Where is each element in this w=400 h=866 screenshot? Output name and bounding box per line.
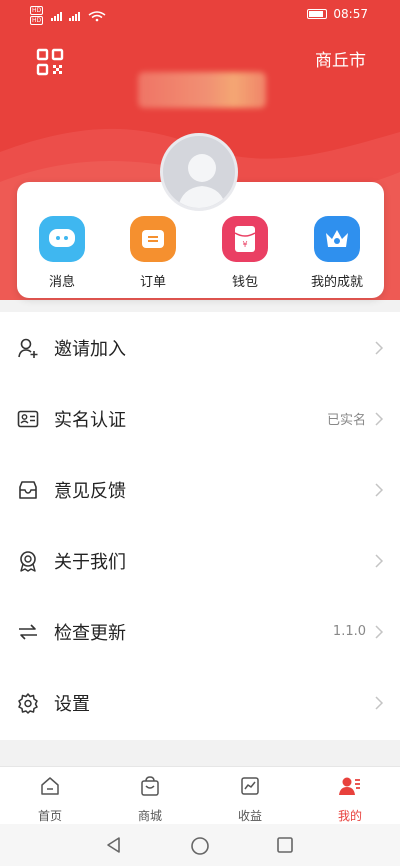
chevron-right-icon xyxy=(375,553,384,568)
achievement-icon xyxy=(314,216,360,262)
about-badge-icon xyxy=(20,550,36,572)
menu-item-invite[interactable]: 邀请加入 xyxy=(0,312,400,383)
settings-gear-icon xyxy=(18,692,38,714)
update-icon xyxy=(19,623,37,640)
recents-square-icon[interactable] xyxy=(276,836,294,854)
chevron-right-icon xyxy=(375,340,384,355)
chevron-right-icon xyxy=(375,695,384,710)
menu-item-label: 关于我们 xyxy=(54,551,126,573)
menu-item-verification[interactable]: 实名认证 已实名 xyxy=(0,383,400,454)
quick-action-orders[interactable]: 订单 xyxy=(113,216,193,290)
home-circle-icon[interactable] xyxy=(190,836,210,856)
profile-icon xyxy=(339,777,360,795)
menu-item-label: 检查更新 xyxy=(54,622,126,644)
quick-action-label: 消息 xyxy=(48,275,75,290)
tab-label: 首页 xyxy=(37,809,62,823)
bottom-tab-bar: 首页 商城 收益 我的 xyxy=(0,766,400,824)
shop-bag-icon xyxy=(141,776,159,796)
feedback-icon xyxy=(19,480,37,499)
menu-item-about[interactable]: 关于我们 xyxy=(0,525,400,596)
sim2-label: HD xyxy=(30,16,44,25)
id-card-icon xyxy=(17,410,39,427)
wallet-icon: ¥ xyxy=(222,216,268,262)
tab-label: 商城 xyxy=(137,809,162,823)
status-time: 08:57 xyxy=(333,7,368,21)
menu-item-check-update[interactable]: 检查更新 1.1.0 xyxy=(0,596,400,667)
quick-action-achievements[interactable]: 我的成就 xyxy=(297,216,377,290)
quick-action-message[interactable]: 消息 xyxy=(22,216,102,290)
quick-action-wallet[interactable]: ¥ 钱包 xyxy=(205,216,285,290)
quick-action-label: 钱包 xyxy=(231,275,258,290)
city-selector[interactable]: 商丘市 xyxy=(315,46,366,71)
qr-code-icon[interactable] xyxy=(36,48,64,76)
menu-item-label: 实名认证 xyxy=(54,409,126,431)
earnings-chart-icon xyxy=(241,777,259,795)
tab-profile[interactable]: 我的 xyxy=(300,767,400,824)
quick-action-label: 我的成就 xyxy=(310,275,363,290)
status-bar: HD HD 08:57 xyxy=(0,0,400,30)
sim1-label: HD xyxy=(30,6,44,15)
menu-item-label: 设置 xyxy=(54,693,90,715)
quick-action-label: 订单 xyxy=(139,275,166,290)
tab-home[interactable]: 首页 xyxy=(0,767,100,824)
verification-status: 已实名 xyxy=(326,413,366,428)
system-navigation-bar xyxy=(0,824,400,866)
blurred-username xyxy=(138,72,266,108)
sim-indicators: HD HD xyxy=(30,6,44,25)
menu-item-label: 意见反馈 xyxy=(54,480,126,502)
svg-text:¥: ¥ xyxy=(242,240,247,249)
menu-item-feedback[interactable]: 意见反馈 xyxy=(0,454,400,525)
tab-earnings[interactable]: 收益 xyxy=(200,767,300,824)
invite-user-icon xyxy=(18,338,38,358)
tab-shop[interactable]: 商城 xyxy=(100,767,200,824)
tab-label: 我的 xyxy=(337,809,362,823)
home-icon xyxy=(41,777,59,795)
settings-menu: 邀请加入 实名认证 已实名 意见反馈 关于我们 检查更新 1.1.0 设置 xyxy=(0,312,400,740)
order-icon xyxy=(130,216,176,262)
signal-icon xyxy=(51,10,106,21)
avatar[interactable] xyxy=(160,133,238,211)
chevron-right-icon xyxy=(375,482,384,497)
battery-icon xyxy=(307,9,328,19)
message-icon xyxy=(39,216,85,262)
chevron-right-icon xyxy=(375,411,384,426)
menu-item-settings[interactable]: 设置 xyxy=(0,667,400,738)
tab-label: 收益 xyxy=(237,809,262,823)
chevron-right-icon xyxy=(375,624,384,639)
menu-item-label: 邀请加入 xyxy=(54,338,126,360)
app-version: 1.1.0 xyxy=(332,624,366,639)
back-triangle-icon[interactable] xyxy=(105,836,123,854)
